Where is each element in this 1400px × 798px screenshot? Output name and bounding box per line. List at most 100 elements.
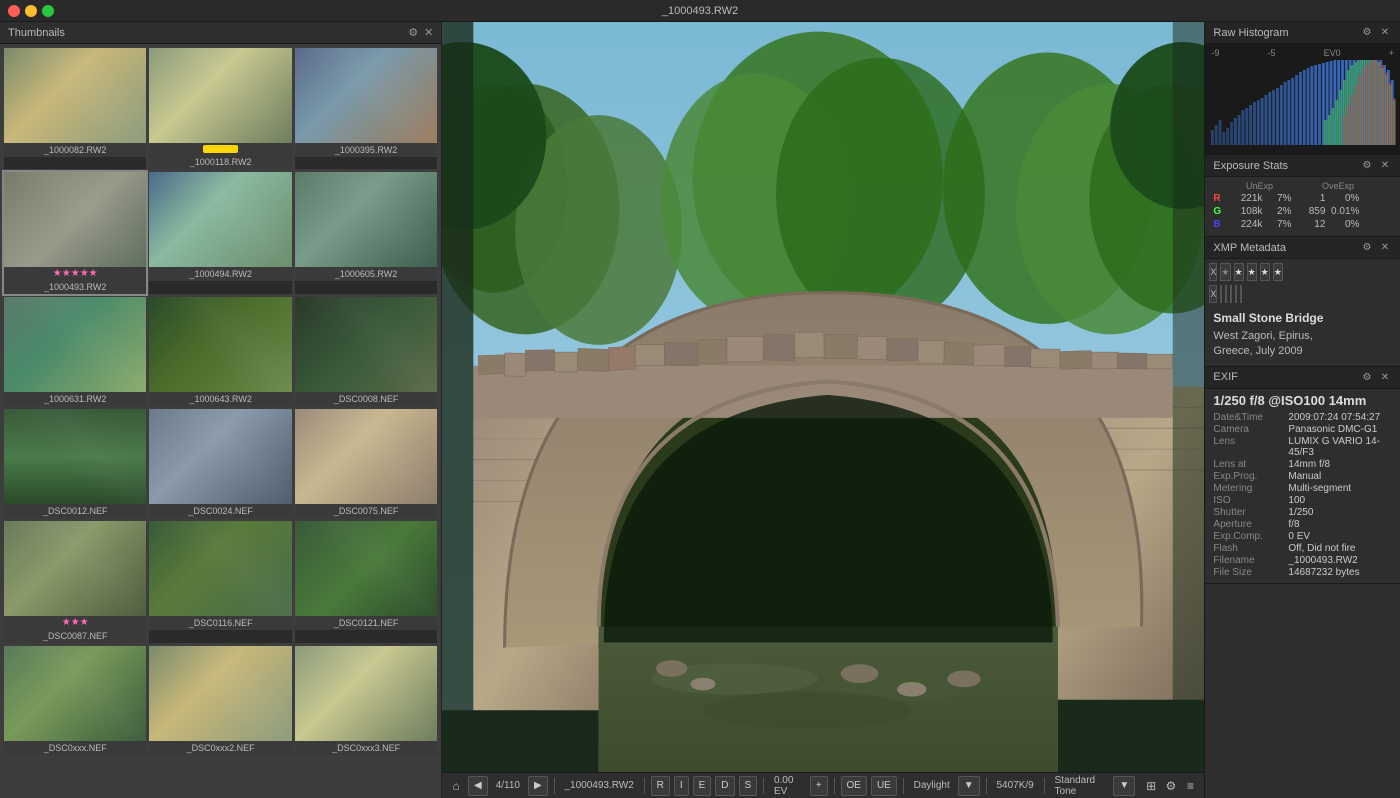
exposure-close-icon[interactable]: ✕ [1378,159,1392,173]
thumbnail-item[interactable]: _1000395.RW2 [295,48,437,169]
oe-btn[interactable]: OE [841,776,867,796]
thumbnail-item[interactable]: _DSC0008.NEF [295,297,437,406]
thumbnail-item[interactable]: _DSC0024.NEF [149,409,291,518]
btn-r[interactable]: R [651,776,670,796]
xmp-yellow-btn[interactable] [1225,285,1227,303]
xmp-location: West Zagori, Epirus,Greece, July 2009 [1205,327,1400,366]
close-button[interactable] [8,5,20,17]
xmp-green-btn[interactable] [1230,285,1232,303]
thumbnail-item[interactable]: _DSC0xxx2.NEF [149,646,291,755]
thumbnail-item[interactable]: _1000631.RW2 [4,297,146,406]
r-ove-val: 1 [1295,193,1325,204]
g-unexp-pct: 2% [1266,206,1291,217]
exif-field-value: 0 EV [1288,531,1392,542]
exif-field-label: Flash [1213,543,1288,554]
minimize-button[interactable] [25,5,37,17]
exif-field-value: Multi-segment [1288,483,1392,494]
thumbnails-header-icons: ⚙ ✕ [408,26,433,39]
thumbnail-item[interactable]: _1000643.RW2 [149,297,291,406]
btn-s[interactable]: S [739,776,758,796]
ue-btn[interactable]: UE [871,776,897,796]
thumbnail-item[interactable]: _DSC0xxx.NEF [4,646,146,755]
exif-settings-icon[interactable]: ⚙ [1360,370,1374,384]
histogram-close-icon[interactable]: ✕ [1378,26,1392,40]
maximize-button[interactable] [42,5,54,17]
exif-row: Lens at14mm f/8 [1213,459,1392,470]
settings-icon[interactable]: ⚙ [408,26,418,39]
exif-section: EXIF ⚙ ✕ 1/250 f/8 @ISO100 14mm Date&Tim… [1205,367,1400,584]
xmp-star-btn1[interactable]: ★ [1220,263,1230,281]
exposure-settings-icon[interactable]: ⚙ [1360,159,1374,173]
xmp-close-icon[interactable]: ✕ [1378,241,1392,255]
exif-close-icon[interactable]: ✕ [1378,370,1392,384]
thumbnail-item[interactable]: _1000082.RW2 [4,48,146,169]
xmp-magenta-btn[interactable] [1240,285,1242,303]
oveexp-pct-header [1362,181,1392,191]
xmp-title: XMP Metadata [1213,242,1286,254]
thumbnail-label: _DSC0087.NEF [4,629,146,643]
thumbnail-label: _1000395.RW2 [295,143,437,157]
ev-plus-btn[interactable]: + [810,776,828,796]
thumbnail-image [149,297,291,392]
xmp-star-btn5[interactable]: ★ [1273,263,1283,281]
exif-field-label: Camera [1213,424,1288,435]
exif-row: Exp.Comp.0 EV [1213,531,1392,542]
r-ove-pct: 0% [1329,193,1359,204]
thumbnail-image [295,48,437,143]
xmp-star-btn4[interactable]: ★ [1260,263,1270,281]
b-unexp-val: 224k [1227,219,1262,230]
exif-row: MeteringMulti-segment [1213,483,1392,494]
histogram-section: Raw Histogram ⚙ ✕ -9 -5 EV0 + [1205,22,1400,155]
wb-dropdown-btn[interactable]: ▼ [958,776,980,796]
settings-btn[interactable]: ⚙ [1163,776,1179,796]
xmp-x-btn1[interactable]: X [1209,263,1217,281]
close-icon[interactable]: ✕ [424,26,433,39]
sep3 [763,778,764,794]
thumbnail-item[interactable]: _DSC0012.NEF [4,409,146,518]
xmp-red-btn[interactable] [1220,285,1222,303]
thumbnail-item[interactable]: _1000605.RW2 [295,172,437,294]
xmp-settings-icon[interactable]: ⚙ [1360,241,1374,255]
exif-field-label: Exp.Prog. [1213,471,1288,482]
home-btn[interactable]: ⌂ [448,776,464,796]
thumbnail-item[interactable]: _DSC0xxx3.NEF [295,646,437,755]
btn-e[interactable]: E [693,776,712,796]
exif-title: EXIF [1213,371,1237,383]
oveexp-header: OveExp [1319,181,1354,191]
xmp-star-btn3[interactable]: ★ [1247,263,1257,281]
exif-row: Aperturef/8 [1213,519,1392,530]
exif-field-value: 14mm f/8 [1288,459,1392,470]
thumbnail-item[interactable]: ★★★★★_1000493.RW2 [4,172,146,294]
channel-r: R [1213,193,1223,204]
thumbnail-item[interactable]: _1000494.RW2 [149,172,291,294]
xmp-image-title: Small Stone Bridge [1205,307,1400,327]
xmp-icons: ⚙ ✕ [1360,241,1392,255]
xmp-x-btn2[interactable]: X [1209,285,1217,303]
stats-row-r: R 221k 7% 1 0% [1213,193,1392,204]
exposure-stats-content: UnExp OveExp R 221k 7% 1 0% G 108k 2% 85… [1205,177,1400,236]
next-btn[interactable]: ▶ [528,776,548,796]
zoom-btn[interactable]: ⊞ [1143,776,1159,796]
thumbnail-label: _1000082.RW2 [4,143,146,157]
exif-content: 1/250 f/8 @ISO100 14mm Date&Time2009:07:… [1205,389,1400,583]
exif-row: Date&Time2009:07:24 07:54:27 [1213,412,1392,423]
xmp-star-btn2[interactable]: ★ [1234,263,1244,281]
thumbnail-item[interactable]: _DSC0075.NEF [295,409,437,518]
thumbnail-item[interactable]: _DSC0121.NEF [295,521,437,643]
xmp-cyan-btn[interactable] [1235,285,1237,303]
more-btn[interactable]: ≡ [1183,776,1199,796]
thumbnail-item[interactable]: _DSC0116.NEF [149,521,291,643]
tone-dropdown-btn[interactable]: ▼ [1113,776,1135,796]
exif-field-value: 1/250 [1288,507,1392,518]
btn-i[interactable]: I [674,776,689,796]
btn-d[interactable]: D [715,776,734,796]
traffic-lights [8,5,54,17]
thumbnail-item[interactable]: _1000118.RW2 [149,48,291,169]
sep2 [644,778,645,794]
prev-btn[interactable]: ◀ [468,776,488,796]
thumbnail-item[interactable]: ★★★_DSC0087.NEF [4,521,146,643]
thumbnails-grid: _1000082.RW2_1000118.RW2 _1000395.RW2 ★★★★… [0,44,441,798]
exif-field-label: ISO [1213,495,1288,506]
histogram-settings-icon[interactable]: ⚙ [1360,26,1374,40]
r-unexp-val: 221k [1227,193,1262,204]
